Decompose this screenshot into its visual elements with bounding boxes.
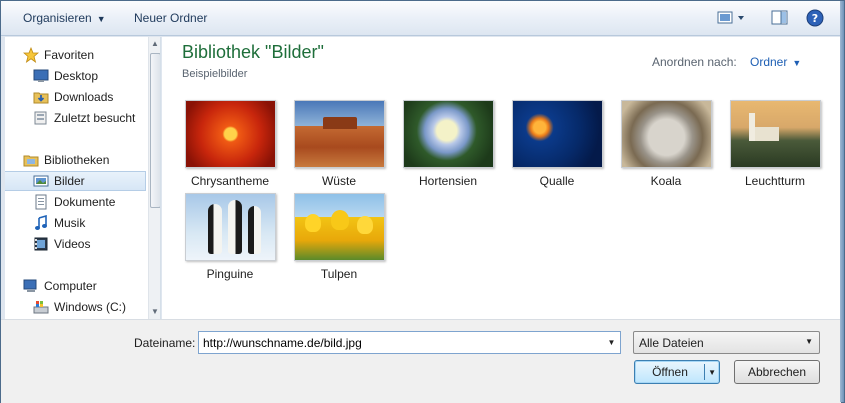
thumbnail-label: Hortensien bbox=[418, 174, 478, 188]
downloads-folder-icon bbox=[33, 92, 49, 104]
sidebar-item-bilder[interactable]: Bilder bbox=[5, 171, 146, 191]
nav-item-windows-drive[interactable]: Windows (C:) bbox=[33, 297, 160, 317]
dialog-footer: Dateiname: ▼ Alle Dateien ▼ Öffnen ▼ Abb… bbox=[1, 319, 841, 403]
chevron-down-icon: ▼ bbox=[792, 58, 802, 68]
nav-scrollbar[interactable]: ▲ ▼ bbox=[148, 37, 160, 319]
library-subtitle: Beispielbilder bbox=[182, 68, 248, 80]
arrange-by-dropdown[interactable]: Ordner ▼ bbox=[750, 55, 801, 69]
nav-item-label: Dokumente bbox=[54, 195, 116, 209]
nav-item-label: Zuletzt besucht bbox=[54, 111, 136, 125]
nav-item-label: Videos bbox=[54, 237, 91, 251]
thumbnail-label: Wüste bbox=[321, 174, 356, 188]
thumbnail-tulpen[interactable]: Tulpen bbox=[289, 193, 389, 281]
nav-computer[interactable]: Computer bbox=[23, 276, 160, 296]
nav-item-label: Bilder bbox=[54, 174, 85, 188]
recent-places-icon bbox=[34, 111, 47, 125]
svg-text:?: ? bbox=[812, 12, 818, 25]
videos-icon bbox=[34, 237, 48, 251]
help-button[interactable]: ? bbox=[806, 9, 824, 30]
open-button[interactable]: Öffnen ▼ bbox=[634, 360, 720, 384]
filetype-select[interactable]: Alle Dateien ▼ bbox=[633, 331, 820, 354]
thumbnail-chrysantheme[interactable]: Chrysantheme bbox=[180, 100, 280, 188]
thumbnail-label: Chrysantheme bbox=[190, 174, 270, 188]
chevron-down-icon: ▼ bbox=[607, 338, 616, 347]
thumbnail-label: Qualle bbox=[539, 174, 575, 188]
filename-label: Dateiname: bbox=[134, 336, 196, 350]
preview-pane-button[interactable] bbox=[771, 9, 789, 30]
thumbnail-leuchtturm[interactable]: Leuchtturm bbox=[725, 100, 825, 188]
cancel-button-label: Abbrechen bbox=[747, 365, 807, 379]
nav-item-label: Downloads bbox=[54, 90, 114, 104]
toolbar: Organisieren ▼ Neuer Ordner ? bbox=[1, 1, 841, 36]
nav-libraries[interactable]: Bibliotheken bbox=[23, 150, 160, 170]
libraries-icon bbox=[23, 155, 39, 167]
chevron-down-icon: ▼ bbox=[805, 337, 813, 346]
computer-icon bbox=[23, 279, 37, 292]
organize-label: Organisieren bbox=[23, 11, 92, 25]
organize-button[interactable]: Organisieren ▼ bbox=[23, 11, 106, 25]
view-options-button[interactable] bbox=[717, 9, 747, 30]
nav-item-label: Desktop bbox=[54, 69, 99, 83]
sidebar-item-dokumente[interactable]: Dokumente bbox=[33, 192, 160, 212]
navigation-pane: Favoriten Desktop Downloads Zuletzt besu… bbox=[5, 37, 161, 319]
chrysanthemum-image bbox=[184, 100, 276, 168]
split-divider bbox=[704, 364, 705, 380]
nav-favorites[interactable]: Favoriten bbox=[23, 45, 160, 65]
nav-computer-label: Computer bbox=[44, 279, 97, 293]
drive-icon bbox=[33, 301, 49, 314]
nav-favorites-label: Favoriten bbox=[44, 48, 95, 62]
arrange-by-value: Ordner bbox=[750, 55, 788, 69]
scroll-down-icon[interactable]: ▼ bbox=[151, 307, 159, 316]
filename-history-dropdown[interactable]: ▼ bbox=[603, 332, 620, 353]
filename-input[interactable] bbox=[198, 331, 621, 354]
open-options-chevron-icon[interactable]: ▼ bbox=[708, 368, 716, 377]
jellyfish-image bbox=[511, 100, 603, 168]
new-folder-button[interactable]: Neuer Ordner bbox=[134, 11, 207, 25]
nav-item-label: Windows (C:) bbox=[54, 300, 127, 314]
sidebar-item-videos[interactable]: Videos bbox=[33, 234, 160, 254]
open-button-label: Öffnen bbox=[652, 365, 688, 379]
cancel-button[interactable]: Abbrechen bbox=[734, 360, 820, 384]
desktop-icon bbox=[33, 69, 49, 82]
content-pane: Bibliothek "Bilder" Beispielbilder Anord… bbox=[162, 37, 841, 319]
thumbnail-koala[interactable]: Koala bbox=[616, 100, 716, 188]
nav-item-desktop[interactable]: Desktop bbox=[33, 66, 160, 86]
penguins-image bbox=[184, 193, 276, 261]
desert-image bbox=[293, 100, 385, 168]
scroll-up-icon[interactable]: ▲ bbox=[151, 39, 159, 48]
star-icon bbox=[23, 47, 39, 63]
lighthouse-image bbox=[729, 100, 821, 168]
thumbnail-label: Leuchtturm bbox=[744, 174, 806, 188]
thumbnail-wueste[interactable]: Wüste bbox=[289, 100, 389, 188]
thumbnail-qualle[interactable]: Qualle bbox=[507, 100, 607, 188]
chevron-down-icon: ▼ bbox=[96, 14, 106, 24]
documents-icon bbox=[35, 194, 47, 210]
nav-item-label: Musik bbox=[54, 216, 86, 230]
koala-image bbox=[620, 100, 712, 168]
arrange-by-label: Anordnen nach: bbox=[652, 55, 737, 69]
help-icon: ? bbox=[806, 9, 824, 27]
file-open-dialog: Organisieren ▼ Neuer Ordner ? Favoriten … bbox=[0, 0, 845, 403]
thumbnail-label: Tulpen bbox=[320, 267, 358, 281]
music-icon bbox=[35, 215, 47, 230]
thumbnail-pinguine[interactable]: Pinguine bbox=[180, 193, 280, 281]
sidebar-item-musik[interactable]: Musik bbox=[33, 213, 160, 233]
thumbnail-hortensien[interactable]: Hortensien bbox=[398, 100, 498, 188]
scrollbar-thumb[interactable] bbox=[150, 53, 160, 208]
thumbnail-label: Pinguine bbox=[206, 267, 254, 281]
nav-item-downloads[interactable]: Downloads bbox=[33, 87, 160, 107]
thumbnail-label: Koala bbox=[650, 174, 682, 188]
tulips-image bbox=[293, 193, 385, 261]
pictures-icon bbox=[33, 175, 49, 187]
hydrangea-image bbox=[402, 100, 494, 168]
nav-item-recent[interactable]: Zuletzt besucht bbox=[33, 108, 160, 128]
filetype-value: Alle Dateien bbox=[639, 336, 704, 350]
new-folder-label: Neuer Ordner bbox=[134, 11, 208, 25]
nav-libraries-label: Bibliotheken bbox=[44, 153, 110, 167]
view-icon bbox=[717, 11, 744, 24]
library-title: Bibliothek "Bilder" bbox=[182, 42, 324, 62]
preview-pane-icon bbox=[771, 10, 788, 25]
